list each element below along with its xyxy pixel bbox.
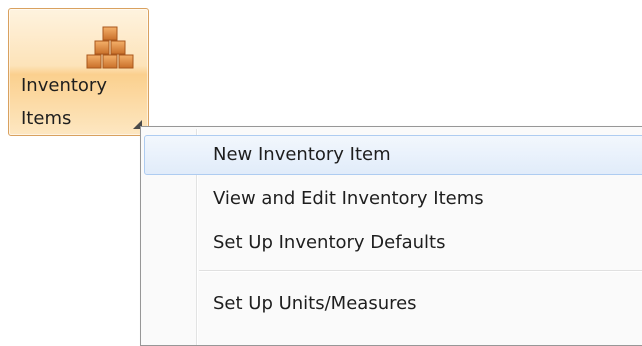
menu-item-label: New Inventory Item <box>213 144 391 165</box>
ribbon-button-label-line2: Items <box>21 108 72 129</box>
menu-item-set-up-inventory-defaults[interactable]: Set Up Inventory Defaults <box>144 223 642 263</box>
ribbon-button-label-line1: Inventory <box>21 75 107 96</box>
menu-item-label: View and Edit Inventory Items <box>213 188 484 209</box>
menu-separator <box>199 270 642 272</box>
menu-item-label: Set Up Inventory Defaults <box>213 232 446 253</box>
menu-item-label: Set Up Units/Measures <box>213 293 417 314</box>
menu-item-view-edit-inventory-items[interactable]: View and Edit Inventory Items <box>144 179 642 219</box>
menu-item-new-inventory-item[interactable]: New Inventory Item <box>144 135 642 175</box>
inventory-items-dropdown-menu: New Inventory Item View and Edit Invento… <box>140 126 642 346</box>
menu-item-set-up-units-measures[interactable]: Set Up Units/Measures <box>144 284 642 324</box>
inventory-items-ribbon-button[interactable]: Inventory Items <box>8 8 149 136</box>
stacked-boxes-icon <box>86 26 134 69</box>
